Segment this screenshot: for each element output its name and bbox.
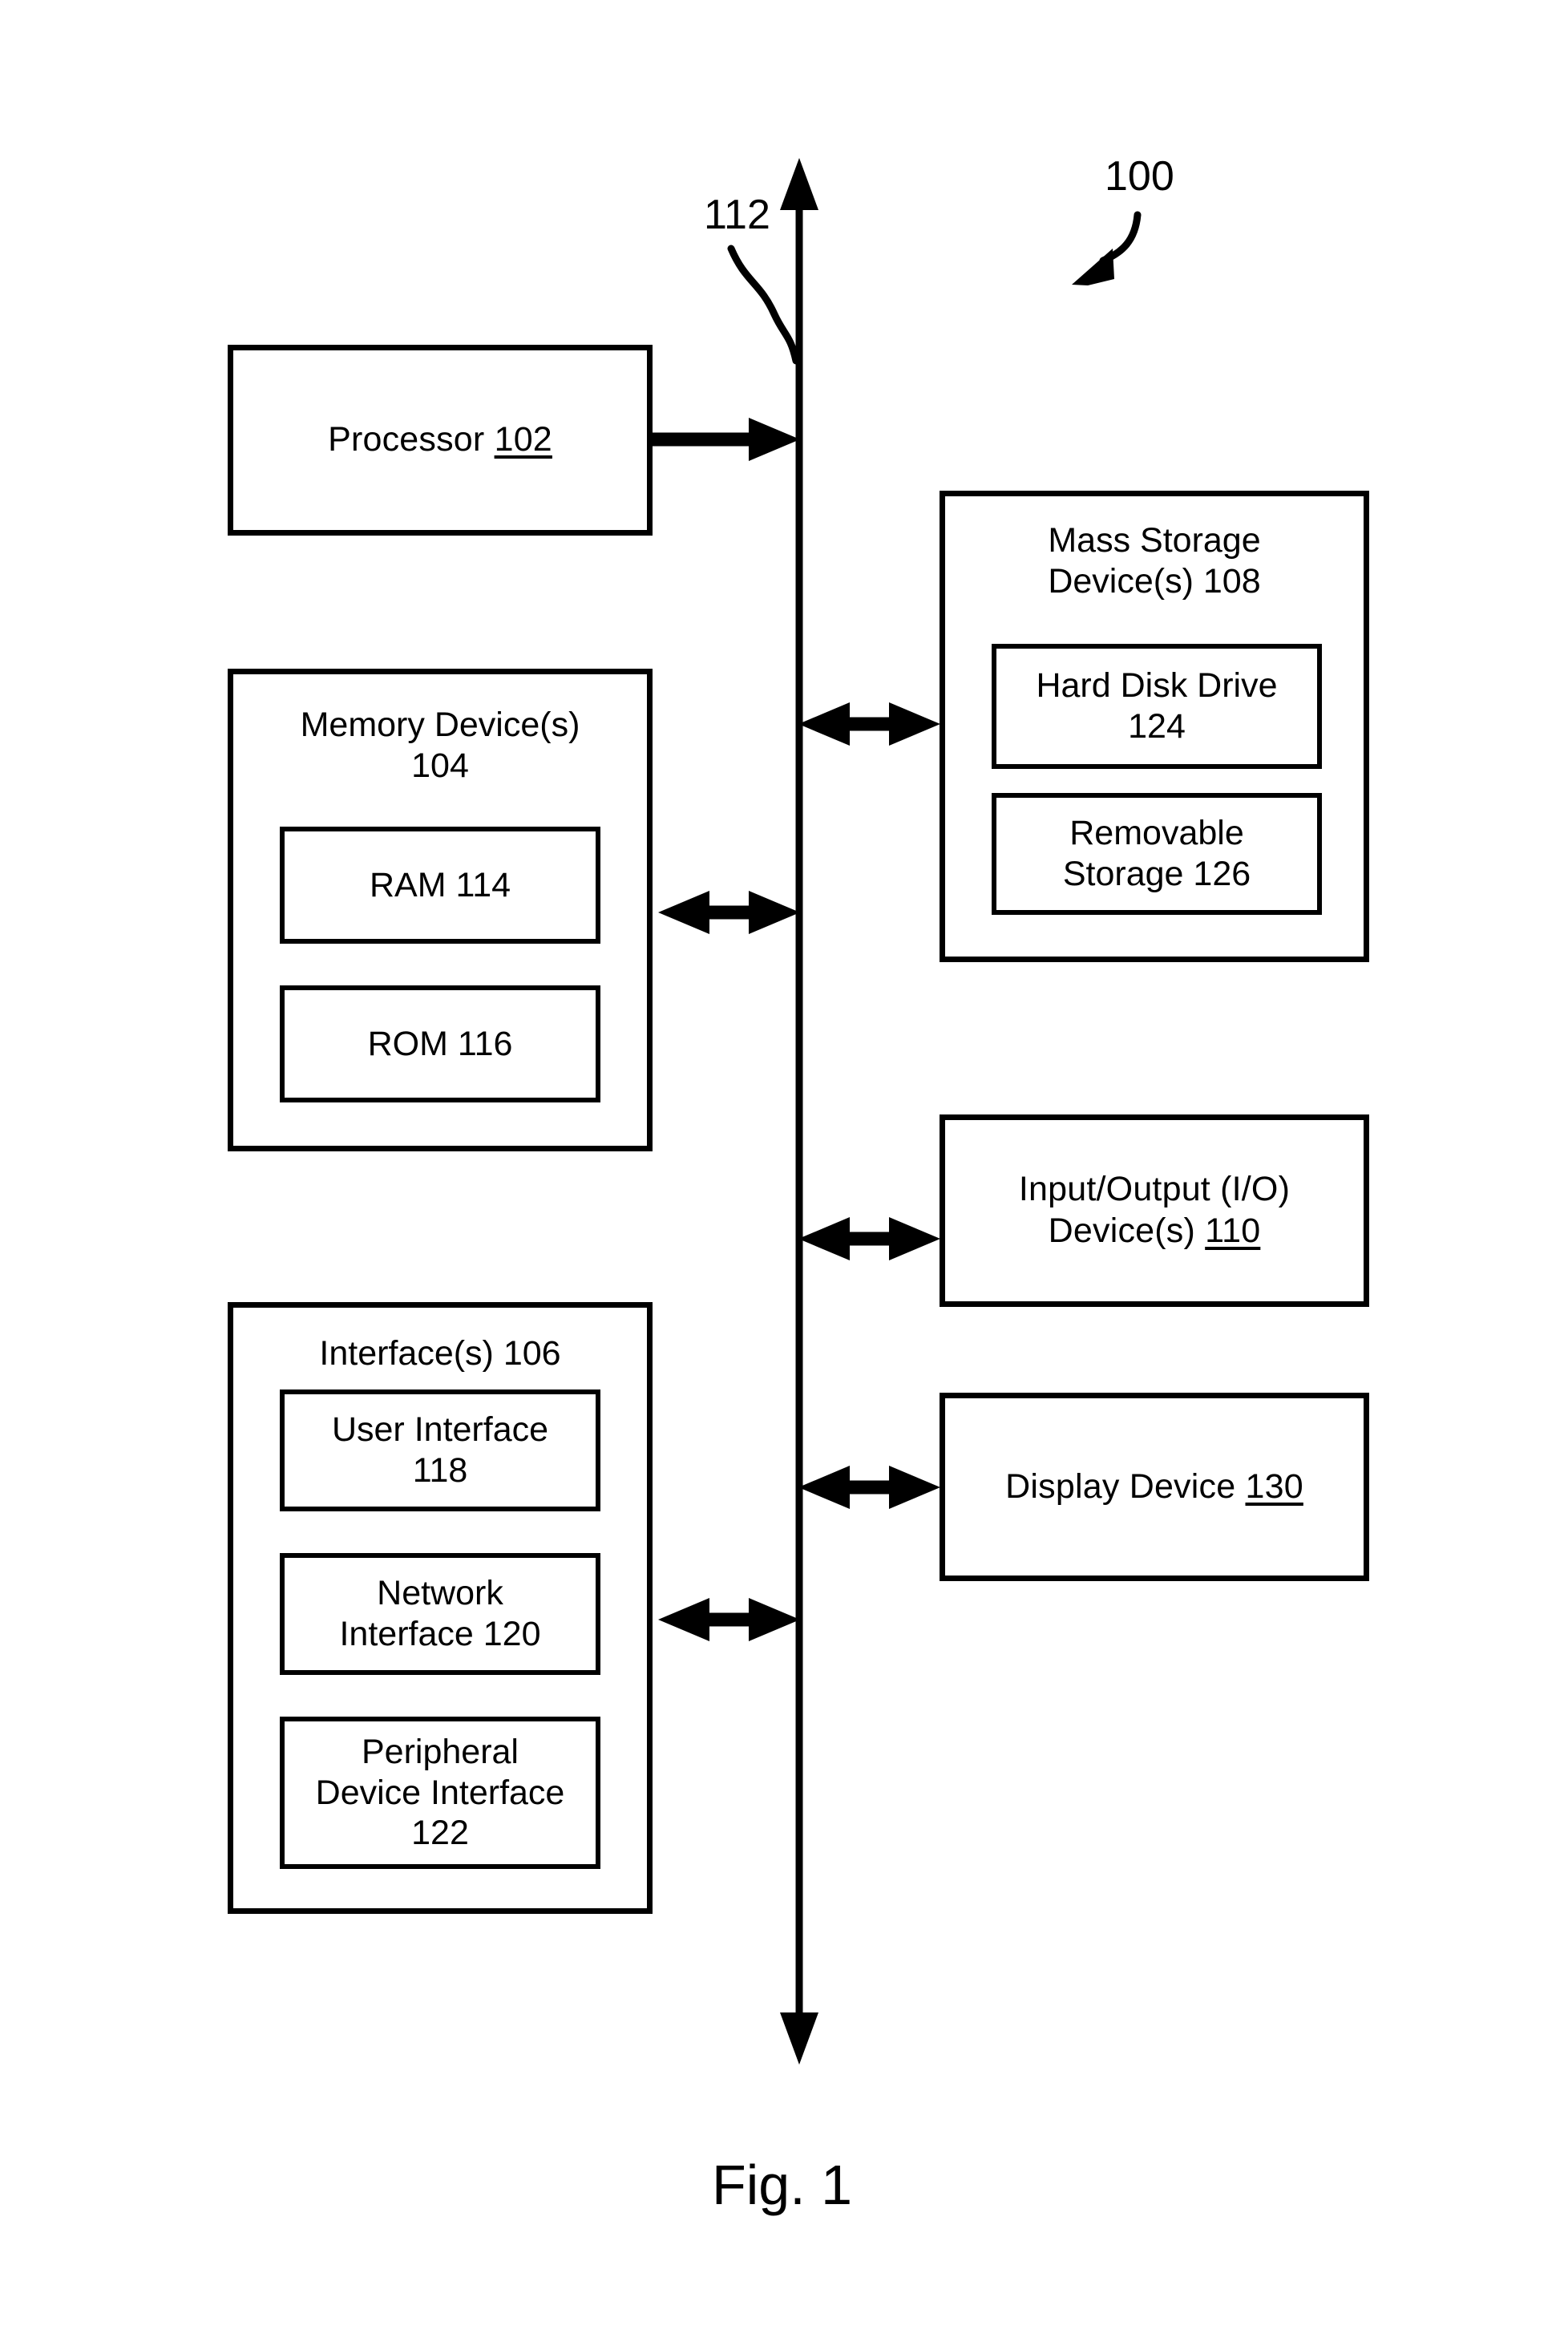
node-display-device[interactable]: Display Device 130 [940,1393,1369,1581]
connector-bus-mass-storage [798,702,940,746]
node-user-interface-label: User Interface 118 [331,1410,549,1490]
node-peripheral-device-interface-label: Peripheral Device Interface 122 [315,1732,565,1853]
bus-reference-label: 112 [704,192,770,238]
patent-figure: Processor 102 Memory Device(s) 104 RAM 1… [0,0,1568,2338]
node-display-device-ref: 130 [1245,1466,1303,1506]
node-mass-storage-devices-ref: 108 [1202,561,1261,601]
node-interfaces-ref: 106 [503,1334,561,1373]
node-rom-ref: 116 [457,1024,513,1063]
connector-memory-bus [658,891,800,934]
connector-interfaces-bus [658,1598,800,1641]
node-ram-ref: 114 [455,865,511,904]
node-interfaces-title: Interface(s) 106 [319,1334,561,1373]
node-io-devices[interactable]: Input/Output (I/O) Device(s) 110 [940,1114,1369,1307]
node-network-interface[interactable]: Network Interface 120 [280,1553,600,1675]
connector-bus-display-device [798,1466,940,1509]
node-peripheral-device-interface[interactable]: Peripheral Device Interface 122 [280,1717,600,1869]
node-mass-storage-devices[interactable]: Mass Storage Device(s) 108 Hard Disk Dri… [940,491,1369,962]
node-hard-disk-drive-ref: 124 [1128,707,1186,746]
node-removable-storage-label: Removable Storage 126 [1062,814,1251,893]
node-network-interface-ref: 120 [483,1615,541,1653]
figure-caption: Fig. 1 [712,2154,853,2216]
node-processor-label: Processor 102 [328,420,552,459]
node-display-device-label: Display Device 130 [1005,1466,1303,1506]
node-hard-disk-drive[interactable]: Hard Disk Drive 124 [992,644,1322,769]
node-processor[interactable]: Processor 102 [228,345,653,536]
node-hard-disk-drive-label: Hard Disk Drive 124 [1036,666,1278,746]
node-io-devices-label: Input/Output (I/O) Device(s) 110 [1018,1170,1291,1250]
node-removable-storage-ref: 126 [1193,855,1251,893]
node-removable-storage[interactable]: Removable Storage 126 [992,793,1322,915]
node-memory-devices[interactable]: Memory Device(s) 104 RAM 114 ROM 116 [228,669,653,1151]
node-processor-ref: 102 [494,420,552,459]
node-memory-devices-title: Memory Device(s) 104 [300,706,580,785]
system-reference-label: 100 [1105,153,1174,200]
node-user-interface-ref: 118 [412,1451,468,1490]
node-user-interface[interactable]: User Interface 118 [280,1389,600,1511]
connector-bus-io-devices [798,1217,940,1260]
node-rom[interactable]: ROM 116 [280,985,600,1102]
node-memory-devices-ref: 104 [411,746,469,785]
node-interfaces[interactable]: Interface(s) 106 User Interface 118 Netw… [228,1302,653,1914]
node-ram[interactable]: RAM 114 [280,827,600,944]
node-io-devices-ref: 110 [1205,1211,1261,1250]
node-network-interface-label: Network Interface 120 [339,1574,541,1653]
node-ram-label: RAM 114 [369,865,511,904]
node-mass-storage-devices-title: Mass Storage Device(s) 108 [1048,521,1261,601]
node-rom-label: ROM 116 [367,1024,513,1063]
node-peripheral-device-interface-ref: 122 [411,1814,469,1853]
